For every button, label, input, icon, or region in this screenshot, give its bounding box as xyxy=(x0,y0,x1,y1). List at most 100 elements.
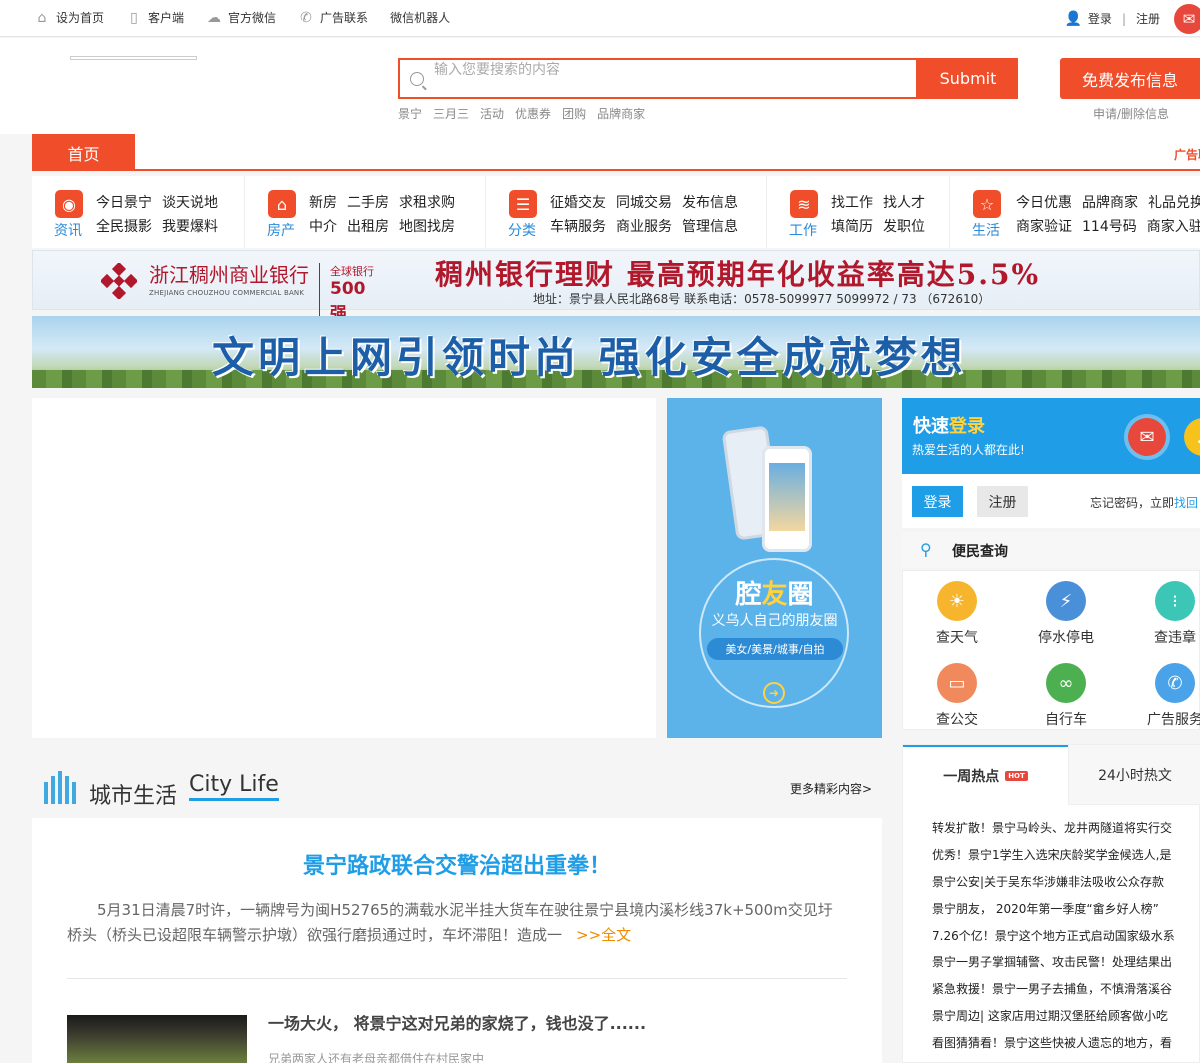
wechat-link[interactable]: ☁ 官方微信 xyxy=(206,9,276,26)
category-link[interactable]: 谈天说地 xyxy=(162,192,218,212)
category-label[interactable]: 工作 xyxy=(789,220,817,240)
bank-ad-banner[interactable]: 浙江稠州商业银行 ZHEJIANG CHOUZHOU COMMERCIAL BA… xyxy=(32,250,1200,324)
category-link[interactable]: 同城交易 xyxy=(616,192,672,212)
category-link[interactable]: 中介 xyxy=(309,216,337,236)
category-link[interactable]: 品牌商家 xyxy=(1082,192,1138,212)
register-button[interactable]: 注册 xyxy=(977,486,1028,517)
register-link[interactable]: 注册 xyxy=(1136,10,1160,27)
wechat-login-icon[interactable]: ✉ xyxy=(1128,418,1166,456)
category-label[interactable]: 房产 xyxy=(267,220,295,240)
hot-item[interactable]: 景宁公安|关于吴东华涉嫌非法吸收公众存款 xyxy=(932,873,1192,900)
category-link[interactable]: 商家入驻 xyxy=(1147,216,1200,236)
ad-contact-link[interactable]: ✆ 广告联系 xyxy=(298,9,368,26)
category-label[interactable]: 生活 xyxy=(972,220,1000,240)
service-label: 查违章 xyxy=(1154,630,1196,646)
bicycle-icon: ∞ xyxy=(1046,663,1086,703)
hot-word[interactable]: 活动 xyxy=(480,105,504,122)
service-ads[interactable]: ✆ 广告服务 xyxy=(1135,663,1200,729)
brand-char: 友 xyxy=(761,580,788,610)
nav-ad-link[interactable]: 广告联 xyxy=(1174,146,1200,163)
hot-word[interactable]: 景宁 xyxy=(398,105,422,122)
hot-word[interactable]: 优惠券 xyxy=(515,105,551,122)
category-link[interactable]: 车辆服务 xyxy=(550,216,606,236)
search-icon xyxy=(410,72,424,86)
headline-link[interactable]: 景宁路政联合交警治超出重拳！ xyxy=(32,848,882,880)
category-link[interactable]: 我要爆料 xyxy=(162,216,218,236)
app-promo-banner[interactable]: 腔友圈 义乌人自己的朋友圈 美女/美景/城事/自拍 ➜ xyxy=(667,398,882,738)
arrow-right-icon[interactable]: ➜ xyxy=(763,682,785,704)
list-icon: ☰ xyxy=(509,190,537,218)
category-link[interactable]: 找工作 xyxy=(831,192,873,212)
category-link[interactable]: 发布信息 xyxy=(682,192,738,212)
phone-screen xyxy=(769,463,805,531)
more-content-link[interactable]: 更多精彩内容> xyxy=(790,780,872,797)
hot-word[interactable]: 团购 xyxy=(562,105,586,122)
phone-icon: ✆ xyxy=(300,9,312,26)
category-link[interactable]: 管理信息 xyxy=(682,216,738,236)
wechat-icon[interactable]: ✉ xyxy=(1174,3,1200,34)
category-link[interactable]: 求租求购 xyxy=(399,192,455,212)
bank-address: 地址：景宁县人民北路68号 联系电话：0578-5099977 5099972 … xyxy=(533,292,991,306)
category-link[interactable]: 今日优惠 xyxy=(1016,192,1072,212)
search-input[interactable] xyxy=(434,60,904,80)
hot-list: 转发扩散！景宁马岭头、龙井两隧道将实行交 优秀！景宁1学生入选宋庆龄奖学金候选人… xyxy=(932,819,1192,1061)
category-label[interactable]: 分类 xyxy=(508,220,536,240)
login-button[interactable]: 登录 xyxy=(912,486,963,517)
hot-word[interactable]: 品牌商家 xyxy=(597,105,645,122)
wechat-icon: ☁ xyxy=(207,9,222,26)
set-homepage-link[interactable]: ⌂ 设为首页 xyxy=(34,9,104,26)
service-bus[interactable]: ▭ 查公交 xyxy=(917,663,997,729)
category-bar: ◉ 资讯 今日景宁 谈天说地 全民摄影 我要爆料 ⌂ 房产 新房 二手房 求租求… xyxy=(32,176,1200,248)
apply-delete-link[interactable]: 申请/删除信息 xyxy=(1093,105,1169,122)
client-link[interactable]: ▯ 客户端 xyxy=(126,9,184,26)
globe-icon: ◉ xyxy=(55,190,83,218)
hot-item[interactable]: 景宁朋友， 2020年第一季度“畲乡好人榜” xyxy=(932,900,1192,927)
hot-item[interactable]: 7.26个亿！景宁这个地方正式启动国家级水系 xyxy=(932,927,1192,954)
category-link[interactable]: 礼品兑换 xyxy=(1148,192,1200,212)
hot-item[interactable]: 转发扩散！景宁马岭头、龙井两隧道将实行交 xyxy=(932,819,1192,846)
hot-item[interactable]: 紧急救援！景宁一男子去捕鱼，不慎滑落溪谷 xyxy=(932,980,1192,1007)
service-violation[interactable]: ⁝ 查违章 xyxy=(1135,581,1200,647)
story-thumbnail[interactable] xyxy=(67,1015,247,1063)
wechat-robot-link[interactable]: 微信机器人 xyxy=(390,9,450,26)
tab-weekly-hot[interactable]: 一周热点 HOT xyxy=(903,745,1068,805)
read-more-link[interactable]: >>全文 xyxy=(576,926,631,944)
service-weather[interactable]: ☀ 查天气 xyxy=(917,581,997,647)
story-summary: 兄弟两家人还有老母亲都借住在村民家中 xyxy=(268,1052,485,1063)
category-link[interactable]: 全民摄影 xyxy=(96,216,152,236)
qq-login-icon[interactable]: ♫ xyxy=(1184,418,1200,456)
logo[interactable] xyxy=(70,56,197,60)
free-publish-button[interactable]: 免费发布信息 xyxy=(1060,58,1200,99)
category-link[interactable]: 商家验证 xyxy=(1016,216,1072,236)
service-power[interactable]: ⚡ 停水停电 xyxy=(1026,581,1106,647)
category-link[interactable]: 找人才 xyxy=(883,192,925,212)
category-link[interactable]: 出租房 xyxy=(347,216,389,236)
city-buildings-icon xyxy=(44,771,76,804)
image-slider[interactable] xyxy=(32,398,656,738)
service-bicycle[interactable]: ∞ 自行车 xyxy=(1026,663,1106,729)
search-submit-button[interactable]: Submit xyxy=(918,58,1018,99)
hot-item[interactable]: 景宁一男子掌掴辅警、攻击民警！处理结果出 xyxy=(932,953,1192,980)
civil-internet-banner[interactable]: 文明上网引领时尚 强化安全成就梦想 xyxy=(32,316,1200,388)
hot-word[interactable]: 三月三 xyxy=(433,105,469,122)
hot-item[interactable]: 景宁周边| 这家店用过期汉堡胚给顾客做小吃 xyxy=(932,1007,1192,1034)
service-label: 停水停电 xyxy=(1038,630,1094,646)
tab-24h-hot[interactable]: 24小时热文 xyxy=(1068,745,1200,805)
category-link[interactable]: 填简历 xyxy=(831,216,873,236)
divider xyxy=(67,978,847,979)
story-title-link[interactable]: 一场大火， 将景宁这对兄弟的家烧了，钱也没了...... xyxy=(268,1010,646,1034)
category-link[interactable]: 114号码 xyxy=(1082,216,1137,236)
category-label[interactable]: 资讯 xyxy=(54,220,82,240)
hot-item[interactable]: 看图猜猜看！景宁这些快被人遗忘的地方，看 xyxy=(932,1034,1192,1061)
category-link[interactable]: 商业服务 xyxy=(616,216,672,236)
nav-home-tab[interactable]: 首页 xyxy=(32,134,135,171)
recover-password-link[interactable]: 找回 xyxy=(1174,496,1198,510)
category-link[interactable]: 征婚交友 xyxy=(550,192,606,212)
hot-item[interactable]: 优秀！景宁1学生入选宋庆龄奖学金候选人,是 xyxy=(932,846,1192,873)
category-link[interactable]: 新房 xyxy=(309,192,337,212)
category-link[interactable]: 发职位 xyxy=(883,216,925,236)
category-link[interactable]: 二手房 xyxy=(347,192,389,212)
category-link[interactable]: 地图找房 xyxy=(399,216,455,236)
login-link[interactable]: 登录 xyxy=(1088,10,1112,27)
category-link[interactable]: 今日景宁 xyxy=(96,192,152,212)
